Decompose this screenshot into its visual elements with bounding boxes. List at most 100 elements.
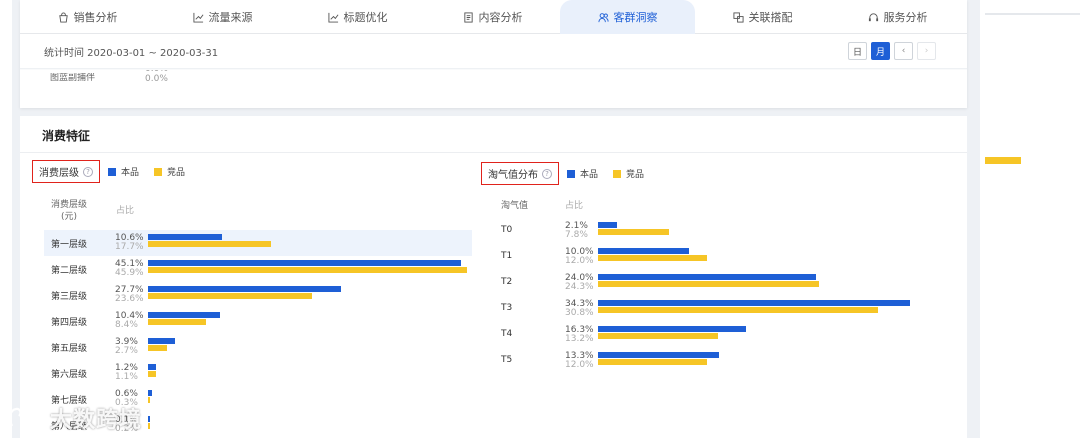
left-panel-title-box: 消费层级 ? [32,160,100,183]
bar-own[interactable] [148,234,222,240]
tab-4[interactable]: 内容分析 [425,0,560,34]
bar-own[interactable] [598,222,618,228]
link-icon [732,11,744,23]
bar-own[interactable] [148,312,221,318]
right-panel-title: 淘气值分布 [488,170,538,181]
background-line [985,13,1080,15]
row-label: 第五层级 [51,344,88,354]
date-row: 统计时间 2020-03-01 ~ 2020-03-31 日 月 ‹ › [20,34,967,68]
row-label: 第一层级 [51,240,88,250]
bar-own[interactable] [598,274,817,280]
right-col-header-level: 淘气值 [501,201,529,211]
row-label: T2 [501,277,513,287]
legend-own-swatch [108,167,116,176]
tab-label: 标题优化 [343,11,388,24]
bar-competitor[interactable] [148,319,207,325]
legend-competitor-swatch [613,169,622,178]
tab-3[interactable]: 标题优化 [290,0,425,34]
tab-7[interactable]: 服务分析 [830,0,965,34]
bar-own[interactable] [598,300,911,306]
right-col-header-pct: 占比 [565,201,584,211]
top-card: 销售分析 流量来源 标题优化 内容分析 客群洞察 关联搭配 服务分析 统计时间 2020-0… [20,0,967,108]
tab-5[interactable]: 客群洞察 [560,0,695,34]
bar-own[interactable] [148,416,150,422]
right-panel-header: 淘气值分布 ? 本品 竞品 [481,162,654,185]
row-label: T1 [501,251,513,261]
value-competitor: 17.7% [115,242,144,252]
bar-competitor[interactable] [148,371,156,377]
tab-2[interactable]: 流量来源 [155,0,290,34]
legend-own[interactable]: 本品 [108,165,139,178]
bar-competitor[interactable] [148,345,167,351]
bar-own[interactable] [148,286,341,292]
section-divider [20,152,967,153]
bar-own[interactable] [148,338,176,344]
trend-icon [327,12,339,23]
divider [20,68,967,70]
value-competitor: 0.3% [115,398,138,408]
partial-row-value-comp: 0.0% [145,74,168,84]
left-col-header-pct: 占比 [116,206,135,216]
legend-own[interactable]: 本品 [567,167,598,180]
bar-own[interactable] [598,352,720,358]
tab-6[interactable]: 关联搭配 [695,0,830,34]
legend-own-label: 本品 [121,168,140,178]
month-button[interactable]: 月 [871,42,890,60]
day-button[interactable]: 日 [848,42,867,60]
chevron-right-icon: › [924,46,929,56]
trend-icon [192,12,204,23]
section-title: 消费特征 [42,129,91,143]
partial-row-label: 图蓝副捕伴 [50,73,96,83]
legend-competitor[interactable]: 竞品 [613,167,644,180]
value-competitor: 8.4% [115,320,138,330]
document-icon [463,11,474,23]
tab-1[interactable]: 销售分析 [20,0,155,34]
bar-own[interactable] [598,326,747,332]
bar-competitor[interactable] [148,241,271,247]
left-panel-header: 消费层级 ? 本品 竞品 [32,160,195,183]
prev-button[interactable]: ‹ [894,42,913,60]
value-competitor: 1.1% [115,372,138,382]
row-label: T5 [501,355,513,365]
bar-competitor[interactable] [148,267,467,273]
bar-competitor[interactable] [148,423,150,429]
bar-competitor[interactable] [598,307,879,313]
bar-competitor[interactable] [598,255,708,261]
legend-own-swatch [567,169,575,178]
date-range-label: 统计时间 2020-03-01 ~ 2020-03-31 [44,47,219,59]
row-label: 第三层级 [51,292,88,302]
legend-competitor[interactable]: 竞品 [154,165,185,178]
row-label: T3 [501,303,513,313]
bar-competitor[interactable] [598,359,708,365]
value-competitor: 23.6% [115,294,144,304]
bar-own[interactable] [598,248,689,254]
value-competitor: 24.3% [565,282,594,292]
bag-icon [58,11,69,23]
row-label: 第六层级 [51,370,88,380]
value-competitor: 12.0% [565,256,594,266]
left-legend: 本品 竞品 [108,165,195,178]
users-icon [597,12,609,23]
value-competitor: 12.0% [565,360,594,370]
bar-competitor[interactable] [598,281,820,287]
bar-competitor[interactable] [148,397,151,403]
background-bar-fragment [985,157,1021,164]
help-icon[interactable]: ? [542,168,552,179]
bar-competitor[interactable] [148,293,313,299]
help-icon[interactable]: ? [83,166,93,177]
bar-own[interactable] [148,390,153,396]
bar-competitor[interactable] [598,333,719,339]
consumption-card: 消费特征 消费层级 ? 本品 竞品 淘气值分布 ? 本品 竞品 消费层级 (元)… [20,116,967,438]
row-label: 第二层级 [51,266,88,276]
bar-competitor[interactable] [598,229,669,235]
legend-competitor-label: 竞品 [167,168,186,178]
row-label: T4 [501,329,513,339]
tab-label: 客群洞察 [613,11,658,24]
legend-own-label: 本品 [580,170,599,180]
bar-own[interactable] [148,260,462,266]
next-button[interactable]: › [917,42,936,60]
left-col-header-level: 消费层级 (元) [51,199,87,223]
tab-label: 销售分析 [73,11,118,24]
left-col-header-line2: (元) [60,212,78,222]
bar-own[interactable] [148,364,157,370]
